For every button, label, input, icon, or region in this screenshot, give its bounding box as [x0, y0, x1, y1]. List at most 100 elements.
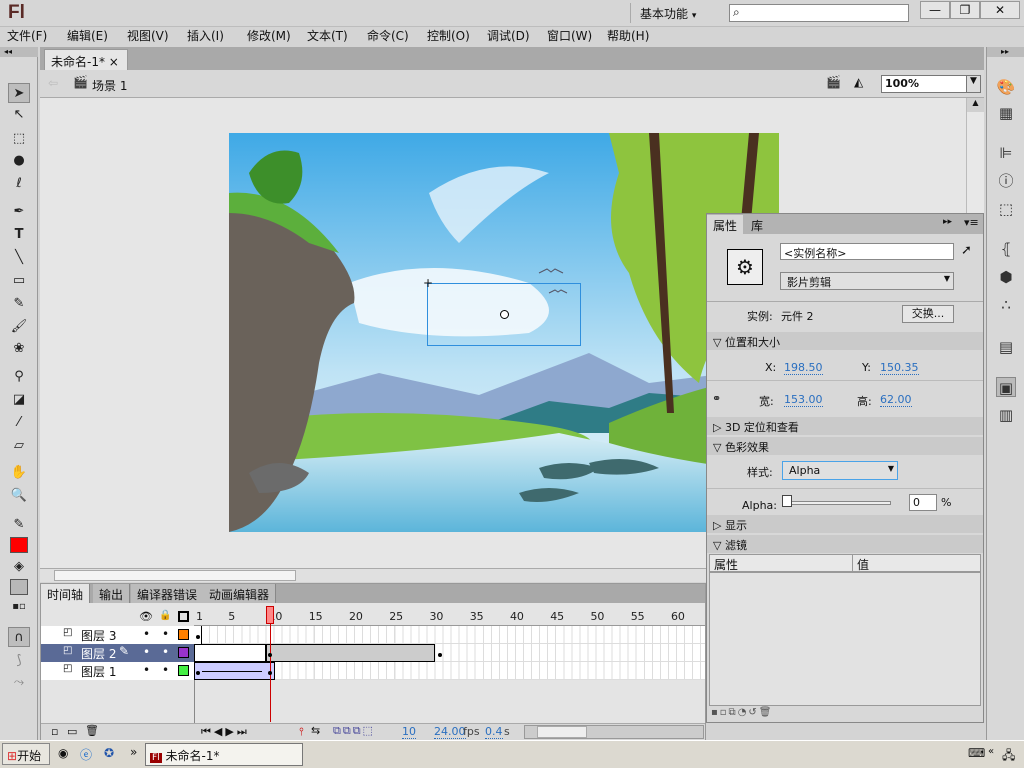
keyframe-dot[interactable]	[196, 671, 200, 675]
bone-tool-icon[interactable]: ⚲	[8, 367, 30, 387]
workspace-switcher[interactable]: 基本功能 ▾	[640, 5, 696, 22]
document-tab[interactable]: 未命名-1* ×	[44, 49, 128, 70]
close-tab-icon[interactable]: ×	[109, 55, 119, 69]
taskbar-task-flash[interactable]: Fl 未命名-1*	[145, 743, 303, 766]
filter-toolbar-icons[interactable]: ▪▫⧉◔↺🗑	[711, 707, 774, 718]
ie-icon[interactable]: ⓔ	[80, 746, 92, 763]
scroll-up-icon[interactable]: ▲	[967, 98, 984, 112]
panel-menu-icon[interactable]: ▾≡	[964, 216, 979, 229]
selection-tool-icon[interactable]: ➤	[8, 83, 30, 103]
zoom-select[interactable]: 100% ▼	[881, 75, 981, 93]
subselection-tool-icon[interactable]: ↖	[8, 105, 30, 125]
text-tool-icon[interactable]: T	[8, 225, 30, 245]
hand-tool-icon[interactable]: ✋	[8, 463, 30, 483]
width-value[interactable]: 153.00	[784, 393, 823, 407]
symbol-type-select[interactable]: 影片剪辑 ▼	[780, 272, 954, 290]
stroke-color-swatch[interactable]	[10, 537, 28, 553]
menu-modify[interactable]: 修改(M)	[240, 27, 300, 46]
zoom-tool-icon[interactable]: 🔍	[8, 486, 30, 506]
menu-insert[interactable]: 插入(I)	[180, 27, 240, 46]
loop-icon[interactable]: ⇆	[311, 724, 320, 737]
menu-file[interactable]: 文件(F)	[0, 27, 60, 46]
swap-symbol-button[interactable]: 交换...	[902, 305, 954, 323]
menu-text[interactable]: 文本(T)	[300, 27, 360, 46]
menu-help[interactable]: 帮助(H)	[600, 27, 660, 46]
blank-frames-span[interactable]	[194, 644, 267, 662]
smooth-icon[interactable]: ⟆	[8, 651, 30, 671]
menu-edit[interactable]: 编辑(E)	[60, 27, 120, 46]
x-value[interactable]: 198.50	[784, 361, 823, 375]
network-icon[interactable]: 🖧	[1002, 746, 1015, 767]
free-transform-tool-icon[interactable]: ⬚	[8, 129, 30, 149]
edit-symbol-icon[interactable]: ◭	[854, 75, 863, 89]
stroke-color-icon[interactable]: ✎	[8, 515, 30, 535]
keyframe-dot[interactable]	[437, 653, 442, 657]
app-quicklaunch-icon[interactable]: ✪	[104, 746, 114, 760]
menu-view[interactable]: 视图(V)	[120, 27, 180, 46]
library-icon[interactable]: ▥	[996, 405, 1016, 425]
playback-controls-icon[interactable]: ⏮◀▶⏭	[201, 725, 250, 739]
align-icon[interactable]: ⊫	[996, 143, 1016, 163]
3d-rotation-tool-icon[interactable]: ●	[8, 151, 30, 171]
layer-name[interactable]: 图层 1	[81, 663, 116, 680]
swatches-icon[interactable]: ▦	[996, 103, 1016, 123]
keyboard-icon[interactable]: ⌨	[968, 746, 985, 760]
quicklaunch-more[interactable]: »	[130, 745, 137, 759]
new-folder-icon[interactable]: ▭	[67, 725, 77, 738]
eyedropper-icon[interactable]: ⁄	[8, 413, 30, 433]
fill-color-icon[interactable]: ◈	[8, 557, 30, 577]
edit-scene-icon[interactable]: 🎬	[826, 75, 841, 89]
keyframe-dot[interactable]	[196, 635, 200, 639]
layer-outline-color[interactable]	[178, 647, 189, 658]
layer-row[interactable]: ◰ 图层 2 ✎ • •	[41, 644, 194, 662]
lasso-tool-icon[interactable]: ℓ	[8, 174, 30, 194]
section-display[interactable]: ▷ 显示	[707, 515, 983, 533]
swap-colors-icon[interactable]: ▪▫	[8, 597, 30, 617]
section-color-effect[interactable]: ▽ 色彩效果	[707, 437, 983, 455]
height-value[interactable]: 62.00	[880, 393, 912, 407]
rectangle-tool-icon[interactable]: ▭	[8, 271, 30, 291]
alpha-slider-thumb[interactable]	[782, 495, 792, 507]
playhead[interactable]	[266, 606, 275, 624]
straighten-icon[interactable]: ⤳	[8, 673, 30, 693]
restore-button[interactable]: ❐	[950, 1, 980, 19]
scroll-thumb[interactable]	[54, 570, 296, 581]
tab-motion-editor[interactable]: 动画编辑器	[203, 584, 277, 603]
alpha-slider[interactable]	[787, 501, 891, 505]
lock-dot[interactable]: •	[162, 645, 169, 659]
code-snippets-icon[interactable]: ⦃	[996, 239, 1016, 259]
line-tool-icon[interactable]: ╲	[8, 248, 30, 268]
current-frame-value[interactable]: 10	[402, 725, 416, 739]
section-3d-position[interactable]: ▷ 3D 定位和查看	[707, 417, 983, 435]
onion-skin-icons[interactable]: ⧉⧉⧉⬚	[333, 724, 375, 738]
frame-span[interactable]	[266, 644, 436, 662]
minimize-button[interactable]: —	[920, 1, 950, 19]
section-position-size[interactable]: ▽ 位置和大小	[707, 332, 983, 350]
new-layer-icon[interactable]: ▫	[51, 725, 58, 738]
eye-icon[interactable]: 👁	[139, 610, 153, 623]
transform-point-icon[interactable]	[500, 310, 509, 319]
help-search-input[interactable]: ⌕	[729, 4, 909, 22]
layer-outline-color[interactable]	[178, 629, 189, 640]
y-value[interactable]: 150.35	[880, 361, 919, 375]
link-proportions-icon[interactable]: ⚭	[712, 392, 721, 405]
selected-movieclip-bounds[interactable]	[427, 283, 581, 346]
timeline-hscrollbar[interactable]	[524, 725, 704, 739]
visibility-dot[interactable]: •	[143, 663, 150, 677]
back-arrow-icon[interactable]: ⇦	[48, 76, 58, 90]
tab-compiler-errors[interactable]: 编译器错误	[131, 584, 205, 603]
tab-library[interactable]: 库	[745, 215, 769, 236]
layer-outline-color[interactable]	[178, 665, 189, 676]
deco-tool-icon[interactable]: ❀	[8, 339, 30, 359]
collapse-icon[interactable]: ◂◂	[0, 47, 38, 57]
menu-control[interactable]: 控制(O)	[420, 27, 480, 46]
alpha-input[interactable]: 0	[909, 494, 937, 511]
menu-commands[interactable]: 命令(C)	[360, 27, 420, 46]
lock-dot[interactable]: •	[162, 663, 169, 677]
menu-window[interactable]: 窗口(W)	[540, 27, 600, 46]
outline-icon[interactable]	[178, 611, 189, 622]
project-icon[interactable]: ▤	[996, 337, 1016, 357]
visibility-dot[interactable]: •	[143, 645, 150, 659]
properties-panel-icon[interactable]: ▣	[996, 377, 1016, 397]
section-filters[interactable]: ▽ 滤镜	[707, 535, 983, 553]
